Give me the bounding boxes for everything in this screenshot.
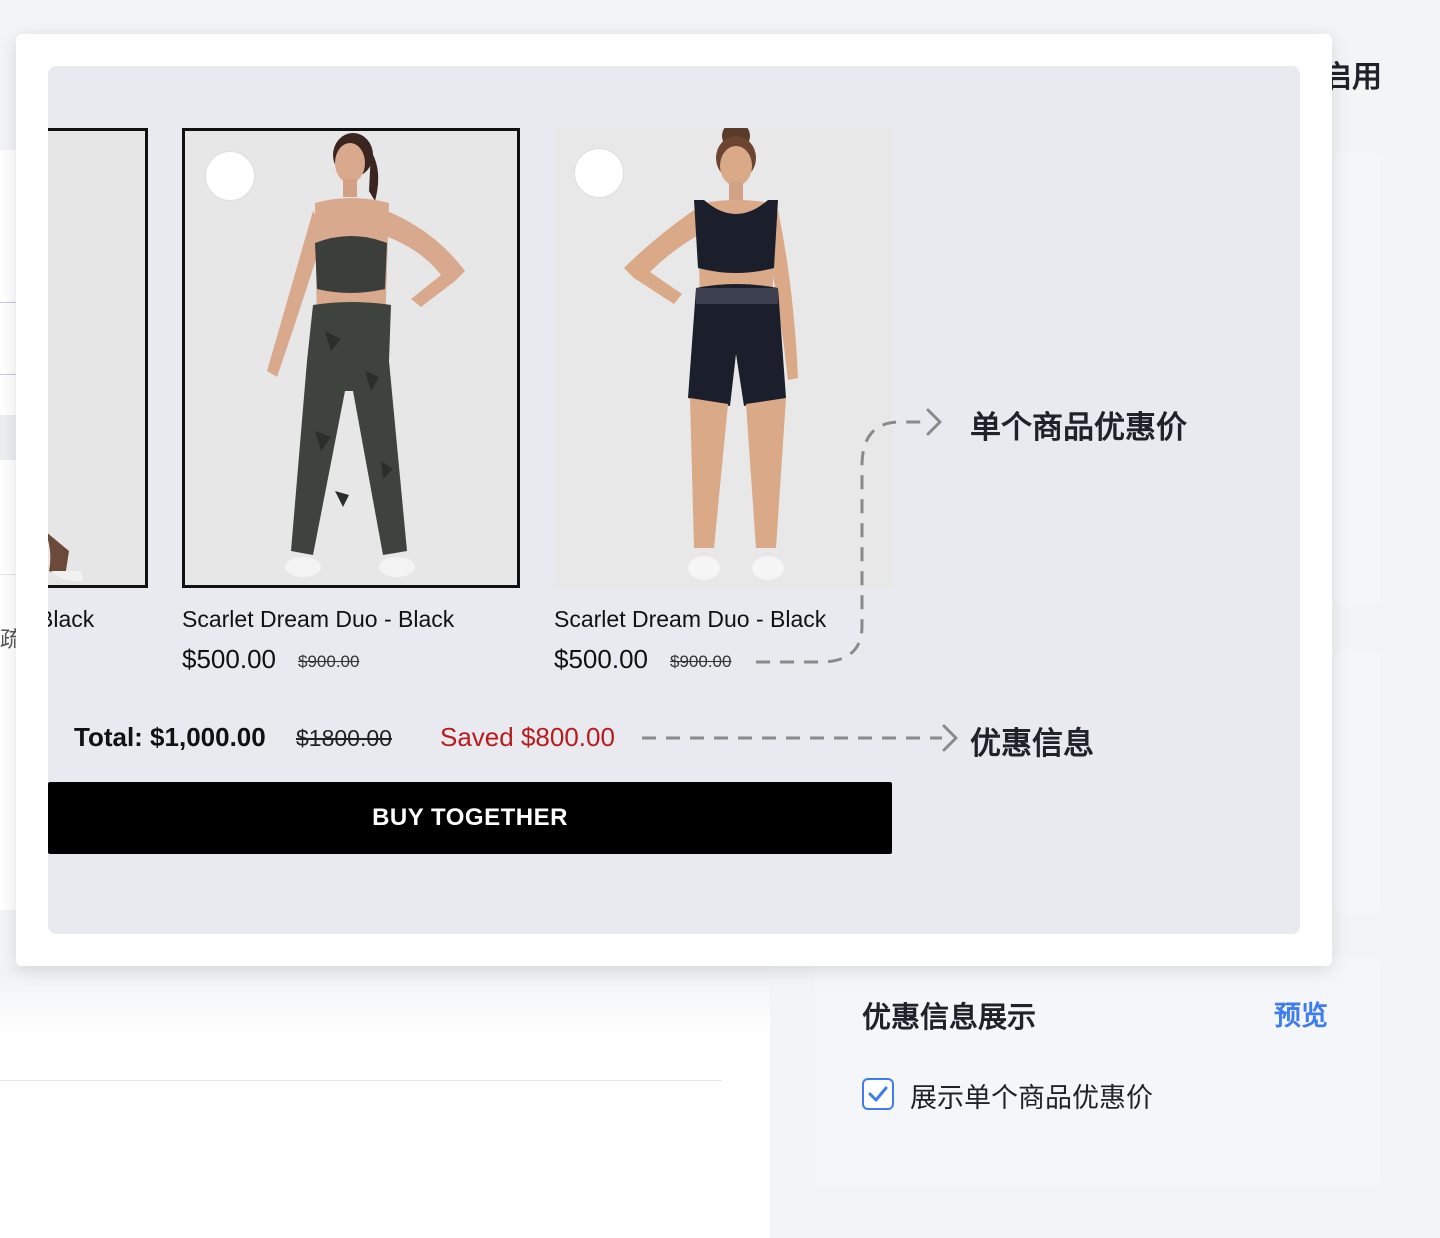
- promo-settings-title: 优惠信息展示: [862, 1000, 1037, 1034]
- panel-shadow: [0, 966, 770, 1036]
- background-right-card: [1334, 650, 1380, 914]
- show-single-price-checkbox[interactable]: [862, 1078, 894, 1110]
- preview-link[interactable]: 预览: [1274, 994, 1328, 1033]
- checkbox-label: 展示单个商品优惠价: [910, 1083, 1153, 1114]
- annotation-arrows: [642, 408, 958, 752]
- divider: [0, 1080, 722, 1081]
- arrow-head-icon: [926, 408, 942, 436]
- preview-popover: Black: [16, 34, 1332, 966]
- check-icon: [868, 1086, 888, 1102]
- annotation-single-price: 单个商品优惠价: [970, 410, 1187, 446]
- bundle-preview: Black: [48, 66, 1300, 934]
- background-bottom-panel: [0, 966, 770, 1238]
- promo-settings-card: 优惠信息展示 预览 展示单个商品优惠价: [814, 950, 1380, 1186]
- annotation-promo-info: 优惠信息: [970, 726, 1094, 762]
- background-right-card: [1334, 152, 1380, 607]
- arrow-head-icon: [942, 724, 958, 752]
